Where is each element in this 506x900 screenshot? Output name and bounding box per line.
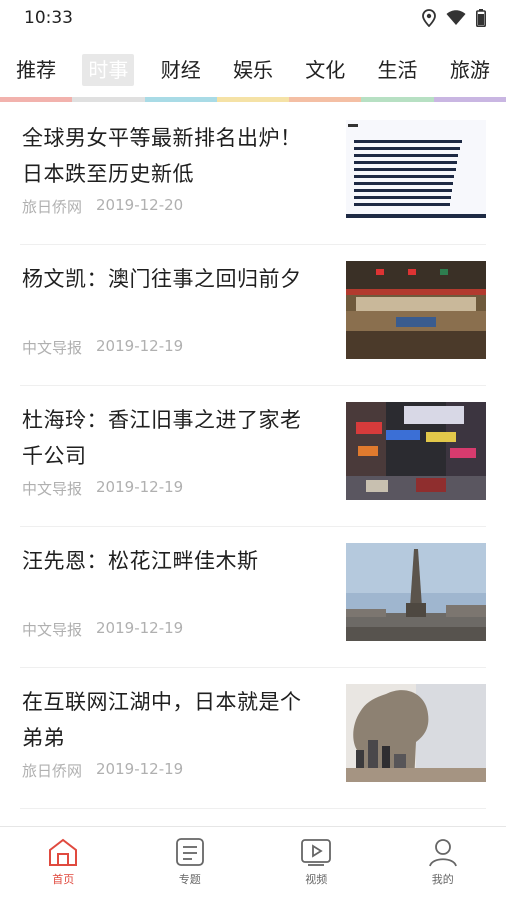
news-source: 旅日侨网 (22, 762, 83, 780)
news-title: 在互联网江湖中，日本就是个弟弟 (22, 690, 302, 750)
news-date: 2019-12-19 (96, 619, 184, 637)
news-feed[interactable]: 全球男女平等最新排名出炉！日本跌至历史新低 旅日侨网 2019-12-20 杨文… (0, 104, 506, 826)
nav-video[interactable]: 视频 (253, 827, 380, 900)
status-icons (422, 9, 486, 27)
news-item-partial[interactable] (20, 809, 486, 826)
tab-recommend[interactable]: 推荐 (0, 52, 72, 88)
news-meta: 旅日侨网 2019-12-20 (22, 196, 183, 217)
news-meta: 中文导报 2019-12-19 (22, 619, 183, 640)
news-source: 中文导报 (22, 339, 83, 357)
news-title: 杜海玲：香江旧事之进了家老千公司 (22, 408, 302, 468)
location-icon (422, 9, 436, 27)
nav-profile[interactable]: 我的 (380, 827, 506, 900)
news-date: 2019-12-19 (96, 337, 184, 355)
tab-color-segment (361, 97, 434, 102)
news-date: 2019-12-19 (96, 760, 184, 778)
topic-icon (175, 838, 204, 866)
tab-culture[interactable]: 文化 (289, 52, 361, 88)
nav-video-label: 视频 (305, 873, 328, 886)
news-thumbnail (346, 261, 486, 359)
tab-travel[interactable]: 旅游 (434, 52, 506, 88)
nav-profile-label: 我的 (431, 873, 454, 886)
tab-entertainment[interactable]: 娱乐 (217, 52, 289, 88)
news-meta: 旅日侨网 2019-12-19 (22, 760, 183, 781)
news-thumbnail (346, 120, 486, 218)
news-thumbnail (346, 402, 486, 500)
tab-finance[interactable]: 财经 (145, 52, 217, 88)
news-source: 中文导报 (22, 480, 83, 498)
news-item[interactable]: 汪先恩：松花江畔佳木斯 中文导报 2019-12-19 (20, 527, 486, 668)
news-item[interactable]: 全球男女平等最新排名出炉！日本跌至历史新低 旅日侨网 2019-12-20 (20, 104, 486, 245)
news-item[interactable]: 杨文凯：澳门往事之回归前夕 中文导报 2019-12-19 (20, 245, 486, 386)
news-item[interactable]: 在互联网江湖中，日本就是个弟弟 旅日侨网 2019-12-19 (20, 668, 486, 809)
tab-current-affairs[interactable]: 时事 (72, 52, 144, 88)
news-item[interactable]: 杜海玲：香江旧事之进了家老千公司 中文导报 2019-12-19 (20, 386, 486, 527)
profile-icon (428, 839, 457, 867)
nav-topic-label: 专题 (178, 873, 201, 886)
tab-color-segment (433, 97, 506, 102)
nav-home-label: 首页 (52, 873, 75, 886)
news-thumbnail (346, 543, 486, 641)
news-thumbnail (346, 684, 486, 782)
news-title: 杨文凯：澳门往事之回归前夕 (22, 267, 302, 291)
status-bar: 10:33 (0, 0, 506, 36)
wifi-icon (446, 10, 466, 25)
tab-color-strip (0, 97, 506, 102)
bottom-nav: 首页 专题 视频 我的 (0, 826, 506, 900)
news-title: 全球男女平等最新排名出炉！日本跌至历史新低 (22, 126, 302, 186)
tab-life[interactable]: 生活 (361, 52, 433, 88)
news-meta: 中文导报 2019-12-19 (22, 337, 183, 358)
news-source: 旅日侨网 (22, 198, 83, 216)
home-icon (49, 838, 78, 866)
news-title: 汪先恩：松花江畔佳木斯 (22, 549, 259, 573)
tab-color-segment (72, 97, 145, 102)
news-meta: 中文导报 2019-12-19 (22, 478, 183, 499)
tab-color-segment (144, 97, 217, 102)
news-date: 2019-12-20 (96, 196, 184, 214)
nav-home[interactable]: 首页 (0, 827, 127, 900)
nav-topic[interactable]: 专题 (127, 827, 254, 900)
battery-icon (476, 9, 486, 27)
video-icon (301, 839, 332, 866)
news-date: 2019-12-19 (96, 478, 184, 496)
tab-color-segment (0, 97, 73, 102)
status-time: 10:33 (24, 8, 73, 28)
news-source: 中文导报 (22, 621, 83, 639)
category-tabs: 推荐 时事 财经 娱乐 文化 生活 旅游 (0, 50, 506, 90)
tab-color-segment (289, 97, 362, 102)
tab-color-segment (216, 97, 290, 102)
